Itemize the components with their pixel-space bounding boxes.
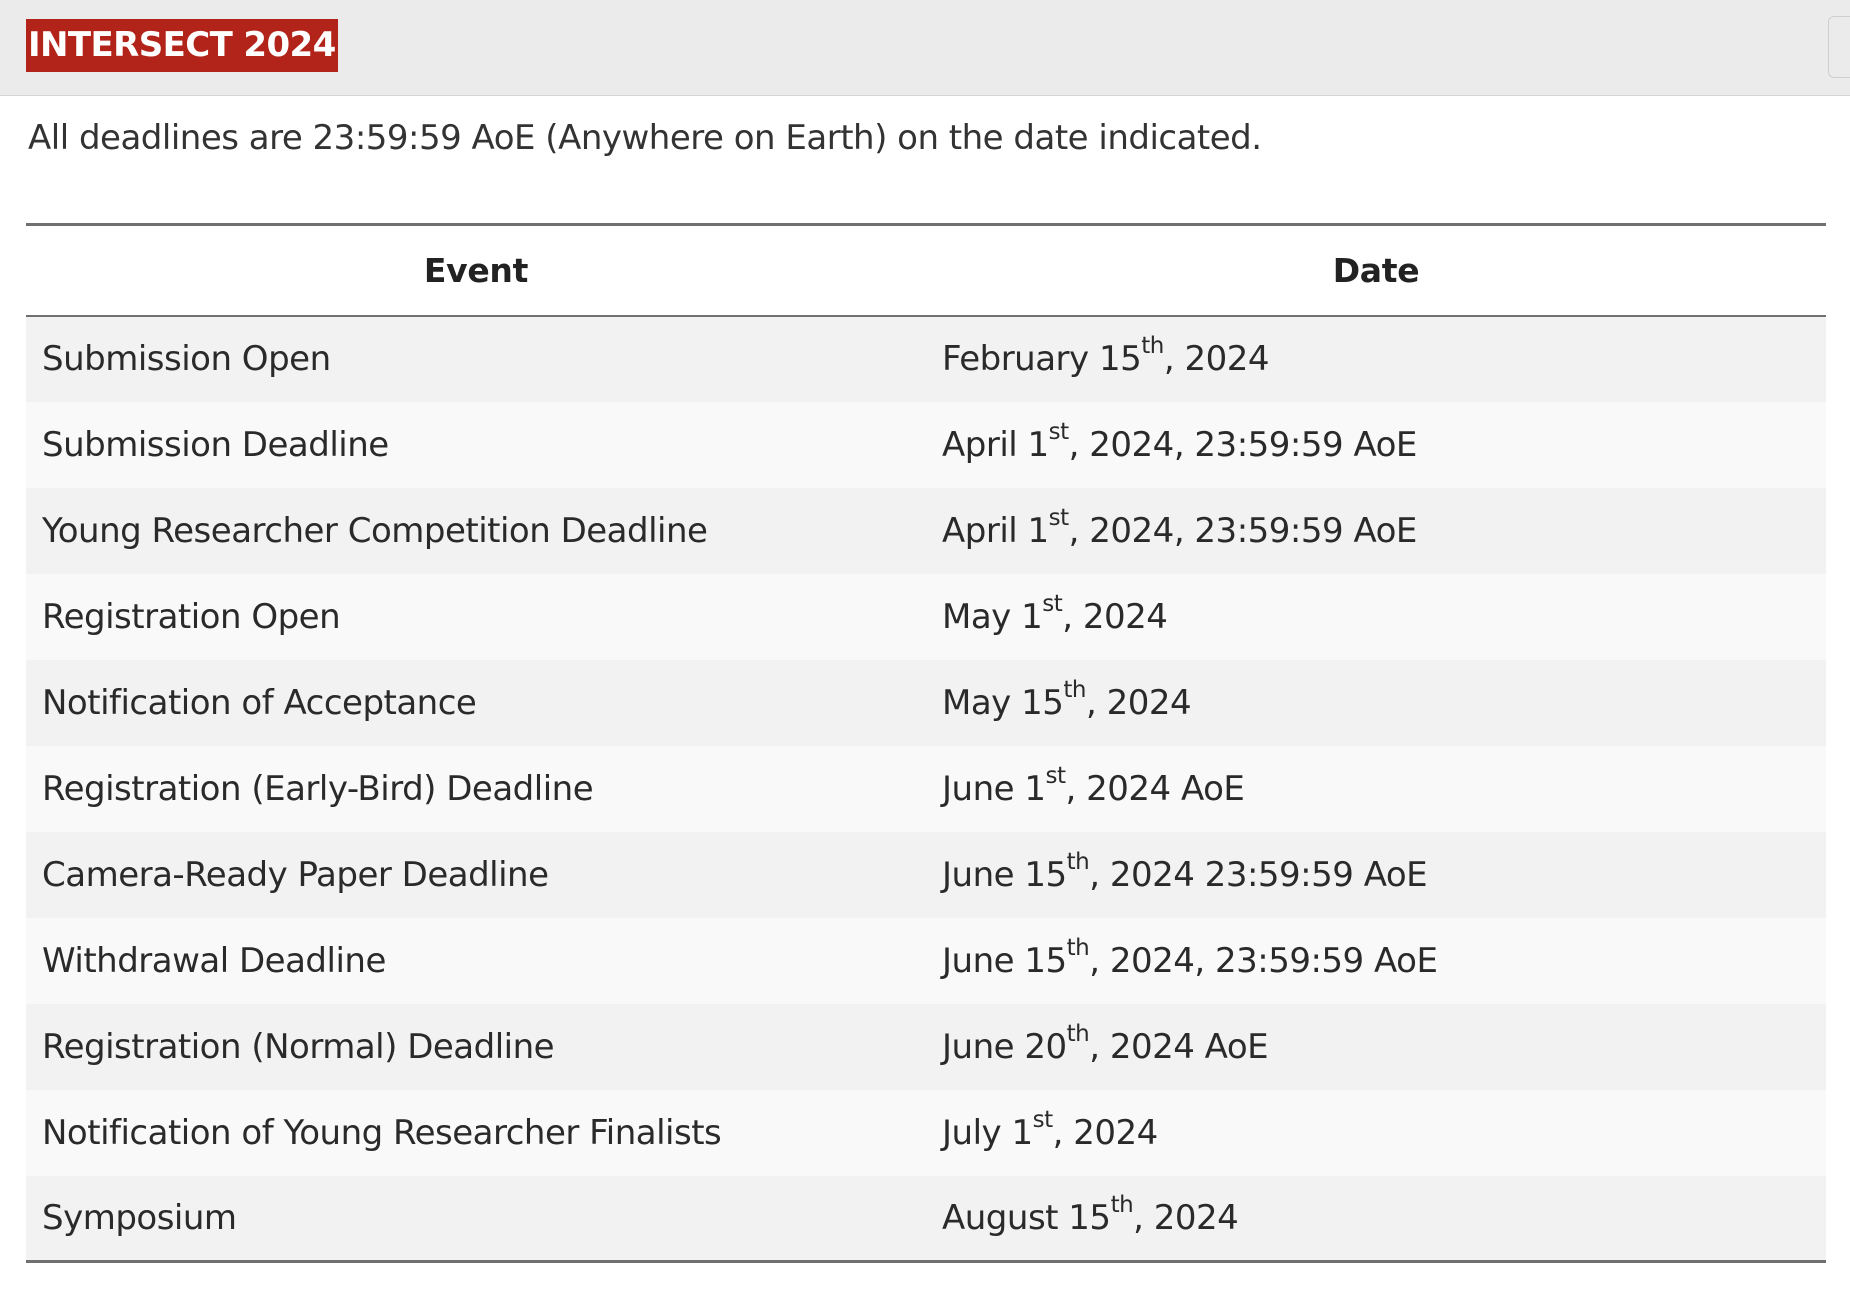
date-main: June 20 [942,1026,1067,1067]
event-cell: Camera-Ready Paper Deadline [42,854,549,895]
date-ordinal: st [1048,504,1070,531]
deadline-notice: All deadlines are 23:59:59 AoE (Anywhere… [28,118,1262,158]
date-rest: , 2024 [1085,682,1192,723]
event-cell: Registration (Normal) Deadline [42,1026,555,1067]
table-row: Registration (Early-Bird) Deadline June … [26,745,1826,832]
date-rest: , 2024 [1133,1197,1239,1238]
event-cell: Symposium [42,1197,237,1238]
event-cell: Submission Deadline [42,424,389,465]
date-cell: August 15th, 2024 [926,1176,1826,1262]
date-ordinal: th [1063,676,1086,703]
site-brand[interactable]: INTERSECT 2024 [26,19,338,72]
date-ordinal: st [1032,1106,1054,1133]
date-cell: June 1st, 2024 AoE [926,746,1826,832]
top-navbar: INTERSECT 2024 [0,0,1850,96]
event-cell: Notification of Young Researcher Finalis… [42,1112,722,1153]
column-header-event: Event [423,250,529,290]
table-body: Submission Open February 15th, 2024 Subm… [26,315,1826,1262]
date-ordinal: st [1048,418,1070,445]
date-rest: , 2024 AoE [1065,768,1245,809]
table-row: Registration (Normal) Deadline June 20th… [26,1003,1826,1090]
date-ordinal: st [1042,590,1063,617]
date-cell: May 1st, 2024 [926,574,1826,660]
event-cell: Young Researcher Competition Deadline [42,510,708,551]
date-main: August 15 [942,1197,1111,1238]
table-row: Submission Deadline April 1st, 2024, 23:… [26,401,1826,488]
date-main: May 15 [942,682,1064,723]
menu-toggle-icon[interactable] [1828,16,1850,78]
event-cell: Withdrawal Deadline [42,940,386,981]
date-ordinal: th [1066,934,1090,961]
date-cell: April 1st, 2024, 23:59:59 AoE [926,402,1826,488]
event-cell: Registration (Early-Bird) Deadline [42,768,594,809]
date-rest: , 2024, 23:59:59 AoE [1068,424,1418,465]
date-main: July 1 [942,1112,1033,1153]
date-ordinal: th [1141,332,1164,359]
date-ordinal: th [1066,1020,1090,1047]
event-cell: Registration Open [42,596,341,637]
date-main: June 1 [942,768,1046,809]
date-main: February 15 [942,339,1142,379]
table-row: Young Researcher Competition Deadline Ap… [26,487,1826,574]
date-main: April 1 [942,510,1049,551]
table-header-row: Event Date [26,224,1826,316]
table-row: Camera-Ready Paper Deadline June 15th, 2… [26,831,1826,918]
date-main: April 1 [942,424,1049,465]
table-row: Symposium August 15th, 2024 [26,1175,1826,1262]
table-row: Registration Open May 1st, 2024 [26,573,1826,660]
date-rest: , 2024, 23:59:59 AoE [1089,940,1438,981]
event-cell: Submission Open [42,339,331,379]
date-main: June 15 [942,940,1067,981]
date-rest: , 2024 [1052,1112,1159,1153]
date-cell: July 1st, 2024 [926,1090,1826,1176]
important-dates-table: Event Date Submission Open February 15th… [26,223,1826,1263]
date-rest: , 2024, 23:59:59 AoE [1068,510,1418,551]
date-main: May 1 [942,596,1043,637]
table-row: Submission Open February 15th, 2024 [26,315,1826,402]
date-cell: June 20th, 2024 AoE [926,1004,1826,1090]
date-rest: , 2024 AoE [1089,1026,1269,1067]
date-cell: February 15th, 2024 [926,316,1826,402]
date-main: June 15 [942,854,1067,895]
event-cell: Notification of Acceptance [42,682,477,723]
date-cell: June 15th, 2024 23:59:59 AoE [926,832,1826,918]
date-ordinal: th [1110,1191,1134,1218]
column-header-date: Date [1332,250,1420,290]
table-row: Withdrawal Deadline June 15th, 2024, 23:… [26,917,1826,1004]
table-row: Notification of Young Researcher Finalis… [26,1089,1826,1176]
date-cell: May 15th, 2024 [926,660,1826,746]
date-ordinal: th [1066,848,1090,875]
date-rest: , 2024 [1163,339,1270,379]
date-cell: June 15th, 2024, 23:59:59 AoE [926,918,1826,1004]
date-cell: April 1st, 2024, 23:59:59 AoE [926,488,1826,574]
dates-table-container: Event Date Submission Open February 15th… [26,223,1826,1263]
date-rest: , 2024 [1062,596,1168,637]
date-ordinal: st [1045,762,1066,789]
date-rest: , 2024 23:59:59 AoE [1089,854,1428,895]
table-row: Notification of Acceptance May 15th, 202… [26,659,1826,746]
